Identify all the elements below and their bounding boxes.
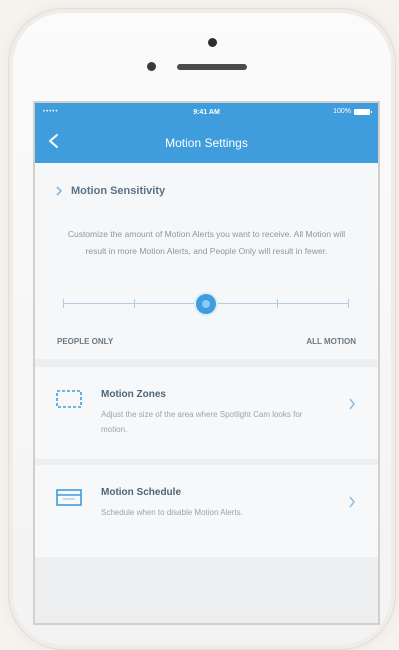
motion-zones-icon bbox=[56, 390, 82, 408]
front-camera bbox=[208, 38, 217, 47]
slider-thumb[interactable] bbox=[195, 294, 216, 314]
page-title: Motion Settings bbox=[165, 136, 248, 150]
slider-max-label: ALL MOTION bbox=[306, 337, 356, 346]
battery-icon bbox=[354, 108, 372, 115]
chevron-right-icon[interactable] bbox=[348, 397, 356, 411]
sensitivity-description: Customize the amount of Motion Alerts yo… bbox=[67, 229, 346, 256]
motion-sensitivity-heading: Motion Sensitivity bbox=[55, 185, 165, 197]
slider-tick[interactable] bbox=[134, 299, 136, 308]
slider-min-label: PEOPLE ONLY bbox=[57, 337, 114, 346]
row-description: Adjust the size of the area where Spotli… bbox=[101, 410, 303, 434]
calendar-icon bbox=[56, 489, 82, 506]
motion-sensitivity-slider[interactable] bbox=[63, 293, 349, 315]
slider-tick[interactable] bbox=[63, 299, 64, 308]
proximity-sensor bbox=[147, 62, 156, 71]
nav-bar: ••••• 9:41 AM 100% Motion Settings bbox=[35, 103, 378, 163]
row-title: Motion Zones bbox=[101, 389, 166, 400]
battery-percent: 100% bbox=[333, 108, 351, 115]
battery-indicator: 100% bbox=[333, 108, 372, 115]
slider-tick[interactable] bbox=[276, 299, 278, 308]
motion-zones-row[interactable]: Motion Zones Adjust the size of the area… bbox=[35, 367, 378, 459]
section-title: Motion Sensitivity bbox=[71, 185, 166, 197]
app-screen: ••••• 9:41 AM 100% Motion Settings Motio… bbox=[33, 101, 380, 625]
status-time: 9:41 AM bbox=[193, 109, 220, 116]
row-description: Schedule when to disable Motion Alerts. bbox=[101, 508, 243, 517]
chevron-right-icon[interactable] bbox=[348, 495, 356, 509]
row-title: Motion Schedule bbox=[101, 487, 181, 498]
motion-schedule-row[interactable]: Motion Schedule Schedule when to disable… bbox=[35, 465, 378, 557]
motion-sensitivity-card: Motion Sensitivity Customize the amount … bbox=[35, 163, 378, 359]
chevron-right-icon bbox=[56, 186, 63, 196]
earpiece-speaker bbox=[177, 64, 247, 70]
slider-tick[interactable] bbox=[348, 299, 349, 308]
